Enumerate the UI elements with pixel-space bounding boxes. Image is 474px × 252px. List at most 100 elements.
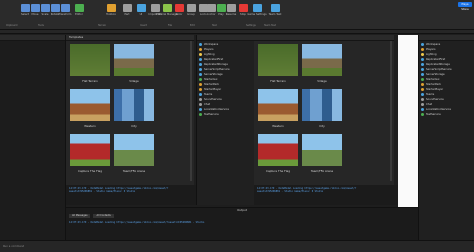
tool-label: Stop	[240, 13, 246, 16]
left-template-tile[interactable]: City	[114, 89, 154, 128]
console-line: assetid=95206881 - Studio Game/Place: 0 …	[69, 190, 136, 193]
team-test-icon	[270, 4, 280, 12]
resume-icon	[226, 4, 236, 12]
tool-label: Part	[124, 13, 130, 16]
tool-toolbox[interactable]: Toolbox	[104, 4, 118, 18]
output-panel: Output All Messages All Contexts 14:07:4…	[66, 207, 418, 240]
transform-icon	[60, 4, 70, 12]
tool-label: Color	[175, 13, 183, 16]
explorer-item-testservice[interactable]: TestService	[421, 112, 472, 117]
part-icon	[122, 4, 132, 12]
service-icon	[421, 53, 424, 56]
service-icon	[199, 98, 202, 101]
tool-part[interactable]: Part	[120, 4, 134, 18]
template-thumbnail	[258, 44, 298, 76]
template-thumbnail	[302, 134, 342, 166]
template-caption: Capture The Flag	[78, 169, 102, 173]
tool-label: Resume	[225, 13, 237, 16]
template-thumbnail	[114, 44, 154, 76]
template-caption: Village	[317, 79, 327, 83]
service-icon	[199, 108, 202, 111]
service-icon	[199, 83, 202, 86]
template-thumbnail	[114, 89, 154, 121]
tool-team-test[interactable]: Team Test	[268, 4, 282, 18]
console-line: assetid=95206881 - Studio Game/Place: 0 …	[257, 190, 324, 193]
ribbon-group-label: Terrain	[98, 24, 107, 27]
service-icon	[421, 103, 424, 106]
right-template-tile[interactable]: Village	[302, 44, 342, 83]
ribbon-group-label: Settings	[246, 24, 256, 27]
templates-panel-right: Flat Terrain Village Western City Capture Th…	[254, 35, 394, 185]
service-icon	[199, 58, 202, 61]
template-caption: Team/FFA Arena	[122, 169, 146, 173]
user-button[interactable]: Playa Stone	[458, 2, 472, 11]
service-icon	[421, 63, 424, 66]
service-icon	[199, 48, 202, 51]
filter-messages[interactable]: All Messages	[69, 214, 91, 218]
templates-title: Templates	[66, 35, 194, 41]
tool-label: Editor	[75, 13, 83, 16]
template-thumbnail	[70, 89, 110, 121]
template-caption: Flat Terrain	[82, 79, 98, 83]
left-template-tile[interactable]: Western	[70, 89, 110, 128]
explorer-item-label: TestService	[204, 113, 219, 116]
scrollbar[interactable]	[190, 41, 192, 181]
template-thumbnail	[302, 89, 342, 121]
editor-icon	[74, 4, 84, 12]
template-thumbnail	[258, 89, 298, 121]
ui-icon	[136, 4, 146, 12]
ribbon-group-label: File	[168, 24, 172, 27]
ribbon-group-label: Tools	[38, 24, 44, 27]
template-caption: Western	[272, 124, 284, 128]
toolbox-header	[0, 35, 65, 41]
template-thumbnail	[302, 44, 342, 76]
explorer-item-testservice[interactable]: TestService	[199, 112, 252, 117]
tool-transform[interactable]: Transform	[58, 4, 72, 18]
service-icon	[199, 93, 202, 96]
service-icon	[421, 68, 424, 71]
template-thumbnail	[114, 134, 154, 166]
left-template-tile[interactable]: Village	[114, 44, 154, 83]
service-icon	[421, 58, 424, 61]
tab-strip	[0, 30, 474, 34]
service-icon	[421, 88, 424, 91]
tool-game-settings[interactable]: Game Settings	[247, 4, 267, 18]
ribbon-group-label: Team Test	[264, 24, 276, 27]
left-template-tile[interactable]: Capture The Flag	[70, 134, 110, 173]
service-icon	[421, 93, 424, 96]
templates-title-right	[254, 35, 394, 41]
template-caption: City	[319, 124, 325, 128]
template-thumbnail	[258, 134, 298, 166]
service-icon	[199, 68, 202, 71]
toolbox-icon	[106, 4, 116, 12]
service-icon	[421, 98, 424, 101]
template-thumbnail	[70, 134, 110, 166]
output-line: 14:07:43.179 - DataModel Loading https:/…	[69, 221, 205, 224]
right-template-tile[interactable]: City	[302, 89, 342, 128]
template-caption: Capture The Flag	[266, 169, 290, 173]
service-icon	[199, 88, 202, 91]
explorer-item-label: TestService	[426, 113, 441, 116]
filter-contexts[interactable]: All Contexts	[93, 214, 114, 218]
explorer-panel-left: Workspace Players Lighting ReplicatedFirst R…	[196, 35, 254, 205]
right-template-tile[interactable]: Capture The Flag	[258, 134, 298, 173]
service-icon	[199, 43, 202, 46]
tool-label: Game Settings	[247, 13, 267, 16]
game-settings-icon	[252, 4, 262, 12]
tool-ui[interactable]: UI	[134, 4, 148, 18]
color-icon	[174, 4, 184, 12]
ribbon-toolbar: Select Move Scale Rotate Transform Editor Tool…	[0, 0, 474, 30]
right-template-tile[interactable]: Flat Terrain	[258, 44, 298, 83]
left-template-tile[interactable]: Team/FFA Arena	[114, 134, 154, 173]
right-template-tile[interactable]: Team/FFA Arena	[302, 134, 342, 173]
right-template-tile[interactable]: Western	[258, 89, 298, 128]
service-icon	[199, 103, 202, 106]
tool-editor[interactable]: Editor	[72, 4, 86, 18]
left-sidebar	[0, 35, 66, 240]
explorer-panel-right: Workspace Players Lighting ReplicatedFirst R…	[418, 35, 474, 240]
tool-label: Transform	[58, 13, 72, 16]
command-input[interactable]: Run a command	[3, 244, 203, 249]
service-icon	[421, 83, 424, 86]
scrollbar-right[interactable]	[390, 41, 392, 181]
left-template-tile[interactable]: Flat Terrain	[70, 44, 110, 83]
